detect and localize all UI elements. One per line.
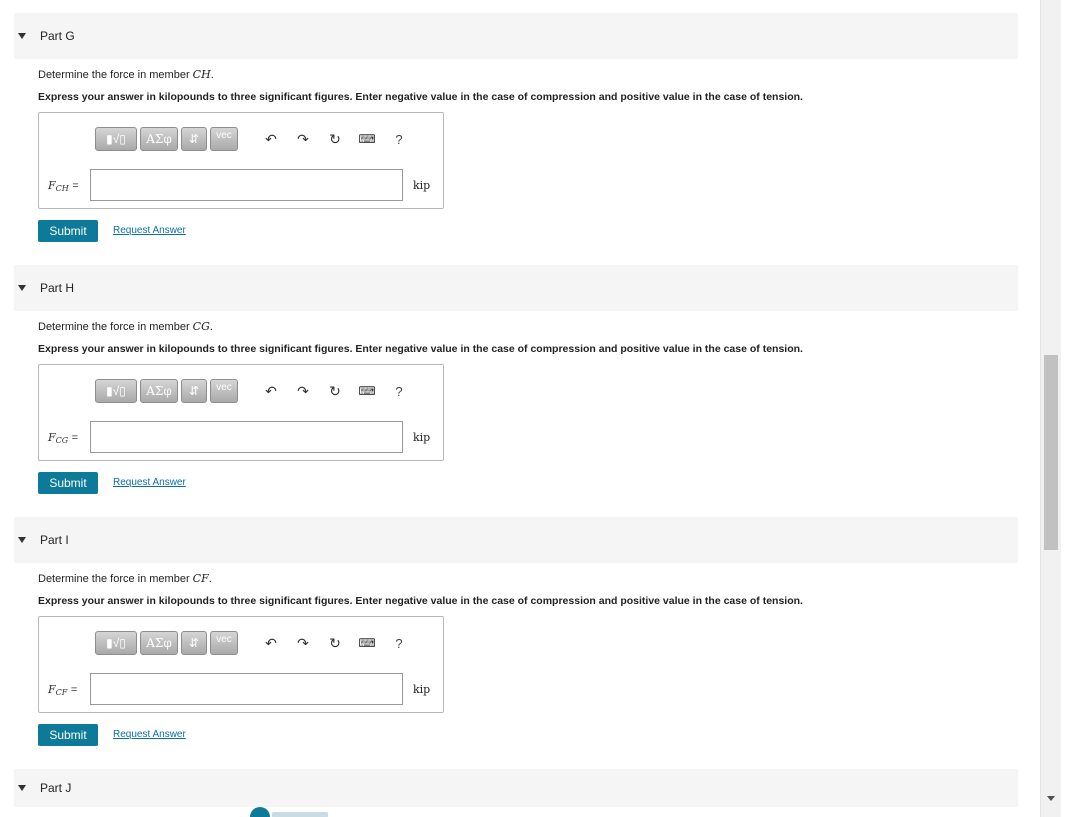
part-i-header[interactable]: Part I xyxy=(14,517,1018,563)
label-subscript: CF xyxy=(55,688,68,697)
equals-sign: = xyxy=(71,432,79,444)
math-toolbar: ▮√▯ ΑΣφ ⇵ vec ↶ ↷ ↻ ⌨ ? xyxy=(95,629,415,657)
instructions-text: Express your answer in kilopounds to thr… xyxy=(38,595,803,607)
question-prefix: Determine the force in member xyxy=(38,573,193,585)
question-prefix: Determine the force in member xyxy=(38,321,193,333)
request-answer-link[interactable]: Request Answer xyxy=(113,225,186,236)
answer-box: ▮√▯ ΑΣφ ⇵ vec ↶ ↷ ↻ ⌨ ? FCF = kip xyxy=(38,616,444,713)
templates-button[interactable]: ▮√▯ xyxy=(95,127,137,151)
keyboard-icon[interactable]: ⌨ xyxy=(351,379,383,403)
instructions-text: Express your answer in kilopounds to thr… xyxy=(38,343,803,355)
equals-sign: = xyxy=(70,684,78,696)
request-answer-link[interactable]: Request Answer xyxy=(113,477,186,488)
reset-icon[interactable]: ↻ xyxy=(319,631,351,655)
member-name: CH xyxy=(192,68,211,81)
caret-down-icon[interactable] xyxy=(18,285,26,291)
undo-icon[interactable]: ↶ xyxy=(255,127,287,151)
publisher-logo-text xyxy=(272,812,328,817)
part-h-header[interactable]: Part H xyxy=(14,265,1018,311)
arrows-button[interactable]: ⇵ xyxy=(181,631,207,655)
scroll-down-arrow-icon[interactable] xyxy=(1047,796,1055,801)
part-title: Part I xyxy=(40,533,69,547)
greek-symbols-button[interactable]: ΑΣφ xyxy=(140,127,178,151)
undo-icon[interactable]: ↶ xyxy=(255,379,287,403)
math-toolbar: ▮√▯ ΑΣφ ⇵ vec ↶ ↷ ↻ ⌨ ? xyxy=(95,125,415,153)
publisher-logo xyxy=(250,807,270,817)
reset-icon[interactable]: ↻ xyxy=(319,127,351,151)
templates-button[interactable]: ▮√▯ xyxy=(95,631,137,655)
templates-button[interactable]: ▮√▯ xyxy=(95,379,137,403)
answer-input[interactable] xyxy=(90,421,403,453)
scrollbar-thumb[interactable] xyxy=(1044,355,1058,550)
answer-input[interactable] xyxy=(90,673,403,705)
question-prefix: Determine the force in member xyxy=(38,69,193,81)
question-text: Determine the force in member CG. xyxy=(38,320,213,333)
submit-button[interactable]: Submit xyxy=(38,724,98,746)
equals-sign: = xyxy=(72,180,79,192)
help-icon[interactable]: ? xyxy=(383,379,415,403)
caret-down-icon[interactable] xyxy=(18,33,26,39)
part-j-header[interactable]: Part J xyxy=(14,769,1018,807)
question-text: Determine the force in member CF. xyxy=(38,572,212,585)
help-icon[interactable]: ? xyxy=(383,631,415,655)
vector-button[interactable]: vec xyxy=(210,127,238,151)
vector-button[interactable]: vec xyxy=(210,631,238,655)
redo-icon[interactable]: ↷ xyxy=(287,631,319,655)
question-text: Determine the force in member CH. xyxy=(38,68,214,81)
vertical-scrollbar[interactable] xyxy=(1040,0,1061,817)
unit-label: kip xyxy=(413,431,431,444)
arrows-button[interactable]: ⇵ xyxy=(181,379,207,403)
arrows-button[interactable]: ⇵ xyxy=(181,127,207,151)
vector-button[interactable]: vec xyxy=(210,379,238,403)
reset-icon[interactable]: ↻ xyxy=(319,379,351,403)
label-subscript: CG xyxy=(55,436,69,445)
label-main: F xyxy=(48,683,56,696)
answer-label: FCG = xyxy=(48,431,78,445)
submit-button[interactable]: Submit xyxy=(38,472,98,494)
request-answer-link[interactable]: Request Answer xyxy=(113,729,186,740)
unit-label: kip xyxy=(413,179,431,192)
help-icon[interactable]: ? xyxy=(383,127,415,151)
answer-box: ▮√▯ ΑΣφ ⇵ vec ↶ ↷ ↻ ⌨ ? FCG = kip xyxy=(38,364,444,461)
member-name: CF xyxy=(192,572,209,585)
keyboard-icon[interactable]: ⌨ xyxy=(351,631,383,655)
keyboard-icon[interactable]: ⌨ xyxy=(351,127,383,151)
math-toolbar: ▮√▯ ΑΣφ ⇵ vec ↶ ↷ ↻ ⌨ ? xyxy=(95,377,415,405)
label-main: F xyxy=(48,179,56,192)
member-name: CG xyxy=(192,320,210,333)
answer-box: ▮√▯ ΑΣφ ⇵ vec ↶ ↷ ↻ ⌨ ? FCH = kip xyxy=(38,112,444,209)
unit-label: kip xyxy=(413,683,431,696)
part-title: Part H xyxy=(40,281,75,295)
part-title: Part G xyxy=(40,29,75,43)
label-main: F xyxy=(48,431,56,444)
main-content: Part G Determine the force in member CH.… xyxy=(0,0,1040,817)
answer-label: FCH = xyxy=(48,179,79,193)
undo-icon[interactable]: ↶ xyxy=(255,631,287,655)
label-subscript: CH xyxy=(55,184,69,193)
part-title: Part J xyxy=(40,781,72,795)
redo-icon[interactable]: ↷ xyxy=(287,379,319,403)
submit-button[interactable]: Submit xyxy=(38,220,98,242)
part-g-header[interactable]: Part G xyxy=(14,13,1018,59)
greek-symbols-button[interactable]: ΑΣφ xyxy=(140,379,178,403)
window-edge xyxy=(1061,0,1078,817)
caret-down-icon[interactable] xyxy=(18,785,26,791)
answer-input[interactable] xyxy=(90,169,403,201)
caret-down-icon[interactable] xyxy=(18,537,26,543)
instructions-text: Express your answer in kilopounds to thr… xyxy=(38,91,803,103)
greek-symbols-button[interactable]: ΑΣφ xyxy=(140,631,178,655)
answer-label: FCF = xyxy=(48,683,77,697)
redo-icon[interactable]: ↷ xyxy=(287,127,319,151)
